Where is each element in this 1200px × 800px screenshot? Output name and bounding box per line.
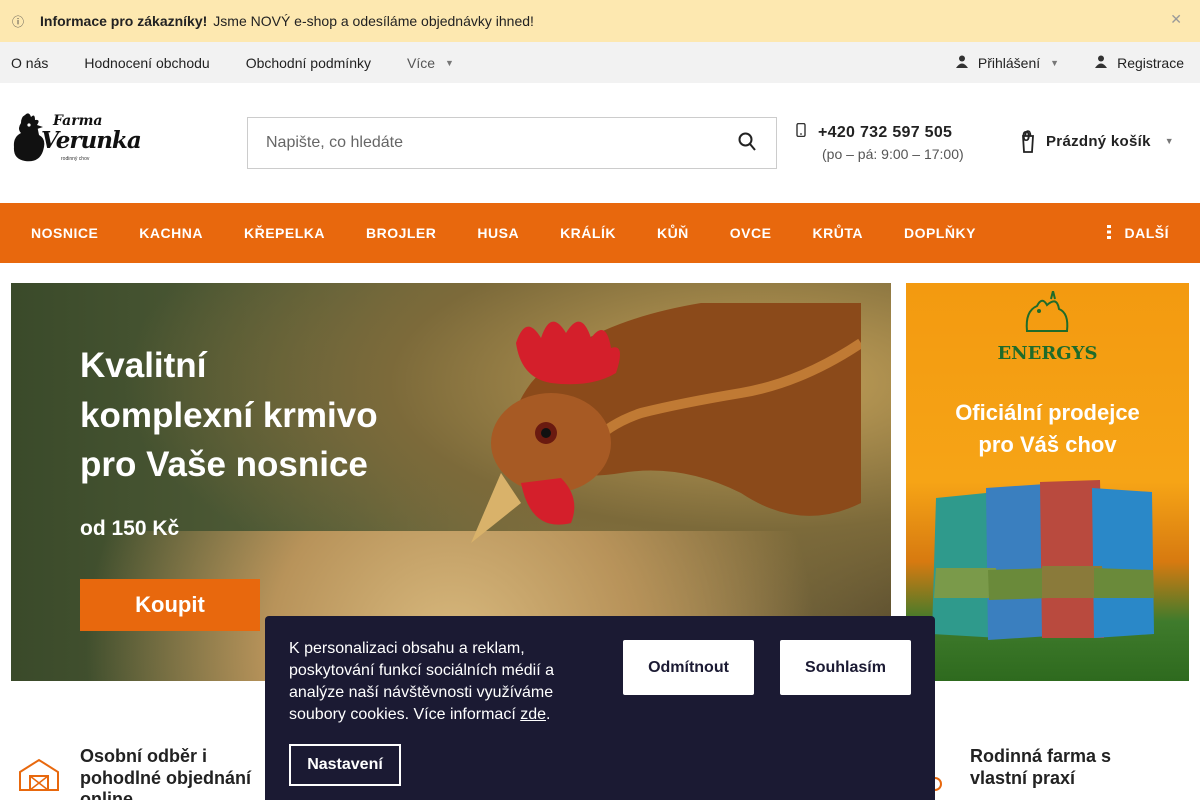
cart-count-badge: 0 <box>1022 128 1031 145</box>
user-plus-icon <box>1095 55 1108 71</box>
nav-link-reviews[interactable]: Hodnocení obchodu <box>84 55 209 71</box>
energys-banner[interactable]: ENERGYS Oficiální prodejce pro Váš chov <box>906 283 1189 681</box>
hero-heading: Kvalitní komplexní krmivo pro Vaše nosni… <box>80 341 440 490</box>
info-title: Informace pro zákazníky! <box>40 13 208 29</box>
cart-label: Prázdný košík <box>1046 132 1151 150</box>
chevron-down-icon: ▼ <box>445 57 454 68</box>
nav-more-dropdown[interactable]: Více ▼ <box>407 55 454 71</box>
register-label: Registrace <box>1117 54 1184 71</box>
logo-text-verunka: Verunka <box>41 127 142 154</box>
search-box <box>247 117 777 169</box>
register-link[interactable]: Registrace <box>1095 55 1184 71</box>
category-krepelka[interactable]: KŘEPELKA <box>244 225 325 241</box>
hen-image <box>471 303 861 543</box>
benefit-pickup-title: Osobní odběr i pohodlné objednání online <box>80 746 251 800</box>
category-kachna[interactable]: KACHNA <box>139 225 203 241</box>
chevron-down-icon: ▼ <box>1164 136 1174 146</box>
hero-price: od 150 Kč <box>80 517 180 540</box>
hero-heading-line-3: pro Vaše nosnice <box>80 445 368 485</box>
chevron-down-icon: ▼ <box>1050 57 1060 68</box>
category-ovce[interactable]: OVCE <box>730 225 772 241</box>
cookie-more-info-link[interactable]: zde <box>520 706 546 723</box>
info-bar: ⓘ Informace pro zákazníky! Jsme NOVÝ e-s… <box>0 0 1200 42</box>
phone-number: +420 732 597 505 <box>818 123 953 141</box>
categories-more-button[interactable]: DALŠÍ <box>1105 203 1170 263</box>
energys-tagline-line-1: Oficiální prodejce <box>955 400 1140 425</box>
energys-tagline-line-2: pro Váš chov <box>978 431 1117 457</box>
contact-info: +420 732 597 505 (po – pá: 9:00 – 17:00) <box>796 122 964 162</box>
logo-tagline: rodinný chov <box>61 156 90 162</box>
cookie-settings-button[interactable]: Nastavení <box>289 744 401 786</box>
info-icon: ⓘ <box>12 14 25 29</box>
category-husa[interactable]: HUSA <box>477 225 519 241</box>
categories-more-label: DALŠÍ <box>1124 225 1169 241</box>
nav-link-terms[interactable]: Obchodní podmínky <box>246 55 371 71</box>
login-label: Přihlášení <box>977 54 1041 71</box>
cookie-deny-button[interactable]: Odmítnout <box>623 640 754 695</box>
search-input[interactable] <box>248 118 708 168</box>
barn-icon <box>19 758 59 791</box>
cookie-message: K personalizaci obsahu a reklam, poskyto… <box>289 640 555 723</box>
category-navigation: NOSNICE KACHNA KŘEPELKA BROJLER HUSA KRÁ… <box>0 203 1200 263</box>
cookie-consent-dialog: K personalizaci obsahu a reklam, poskyto… <box>265 616 935 800</box>
site-header: Farma Verunka rodinný chov +420 732 597 … <box>0 83 1200 203</box>
logo[interactable]: Farma Verunka rodinný chov <box>11 111 142 167</box>
category-kralik[interactable]: KRÁLÍK <box>560 225 616 241</box>
top-navigation: O nás Hodnocení obchodu Obchodní podmínk… <box>0 42 1200 83</box>
menu-icon <box>1105 224 1113 242</box>
close-icon[interactable]: ✕ <box>1170 11 1182 28</box>
login-dropdown[interactable]: Přihlášení ▼ <box>955 54 1060 71</box>
feed-bags-image <box>932 480 1154 640</box>
category-kun[interactable]: KŮŇ <box>657 225 689 241</box>
cart-button[interactable]: Prázdný košík ▼ <box>1022 128 1174 154</box>
hero-heading-line-2: komplexní krmivo <box>80 395 378 435</box>
hero-heading-line-1: Kvalitní <box>80 346 207 385</box>
energys-tagline: Oficiální prodejce pro Váš chov <box>906 397 1189 461</box>
buy-button[interactable]: Koupit <box>80 579 260 631</box>
category-doplnky[interactable]: DOPLŇKY <box>904 225 976 241</box>
category-nosnice[interactable]: NOSNICE <box>31 225 98 241</box>
benefit-family-farm-title: Rodinná farma s vlastní praxí <box>970 746 1112 788</box>
nav-link-about[interactable]: O nás <box>11 55 48 71</box>
benefit-family-farm: Rodinná farma s vlastní praxí <box>920 746 1170 792</box>
category-kruta[interactable]: KRŮTA <box>812 225 862 241</box>
energys-logo: ENERGYS <box>997 343 1098 364</box>
cookie-text: K personalizaci obsahu a reklam, poskyto… <box>289 640 555 723</box>
phone-link[interactable]: +420 732 597 505 <box>796 122 964 142</box>
info-message: Jsme NOVÝ e-shop a odesíláme objednávky … <box>213 13 534 29</box>
user-icon <box>955 55 968 71</box>
nav-more-label: Více <box>406 54 435 71</box>
phone-icon <box>796 122 806 142</box>
search-icon[interactable] <box>738 132 756 152</box>
cookie-accept-button[interactable]: Souhlasím <box>780 640 911 695</box>
farm-animals-icon <box>1025 291 1069 332</box>
opening-hours: (po – pá: 9:00 – 17:00) <box>822 146 964 162</box>
benefit-pickup: Osobní odběr i pohodlné objednání online <box>18 746 280 800</box>
category-brojler[interactable]: BROJLER <box>366 225 436 241</box>
